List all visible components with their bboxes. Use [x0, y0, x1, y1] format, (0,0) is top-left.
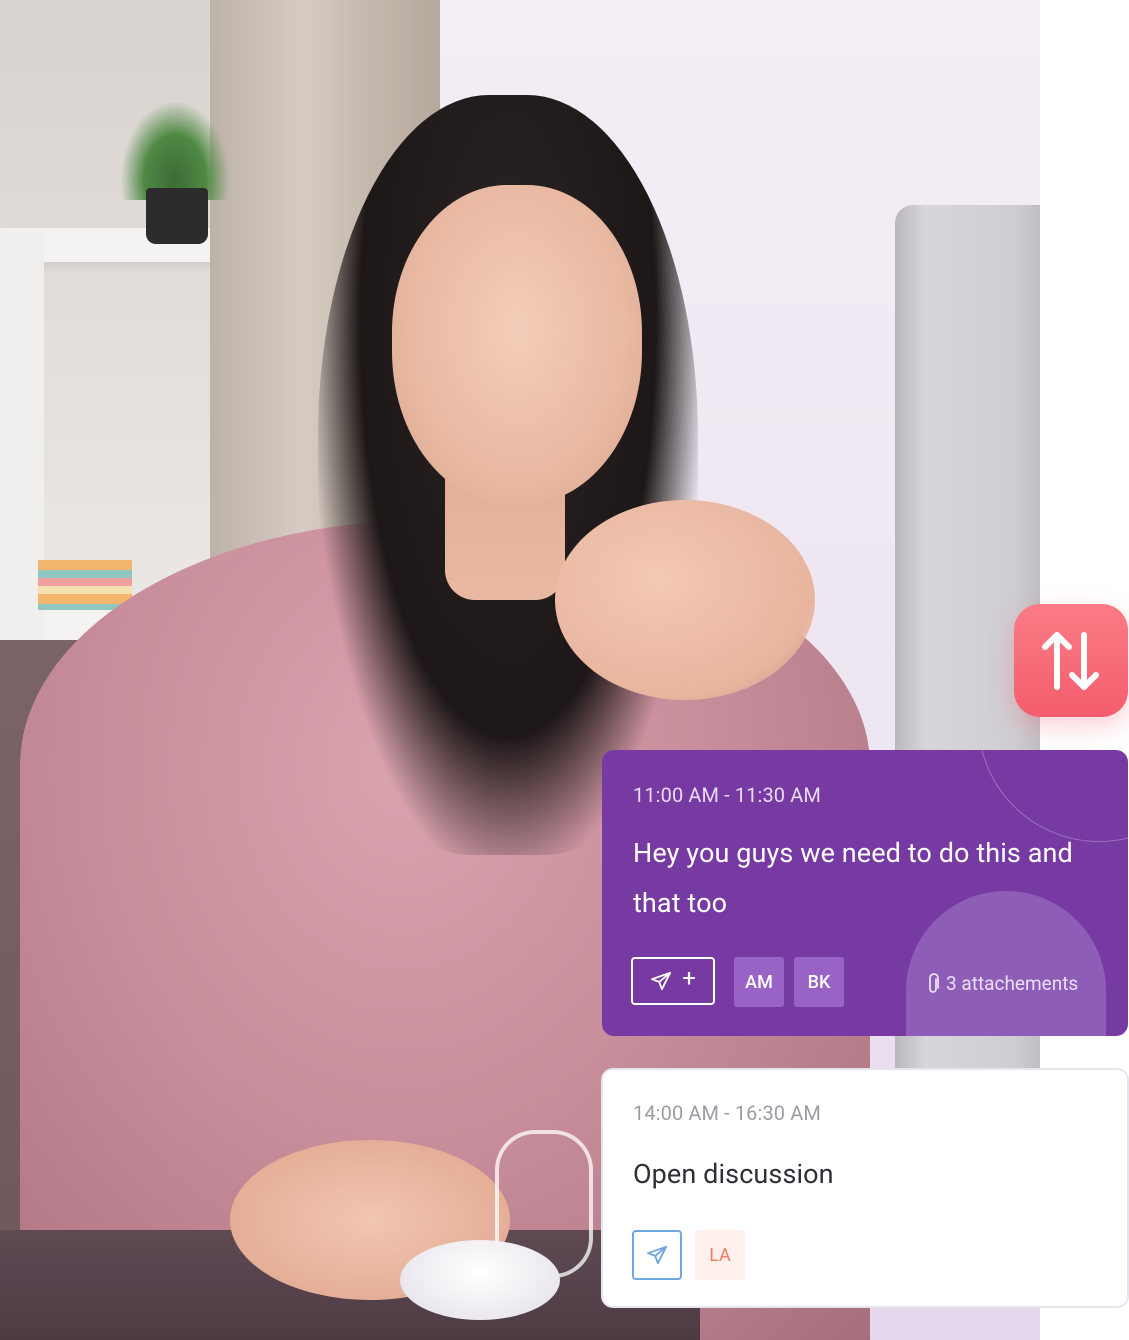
send-invite-button[interactable] — [632, 1230, 682, 1280]
add-label: + — [682, 964, 696, 992]
event-title: Hey you guys we need to do this and that… — [633, 837, 1073, 919]
paperclip-icon — [929, 972, 939, 993]
event-time: 14:00 AM - 16:30 AM — [633, 1101, 821, 1125]
participant-avatar[interactable]: AM — [734, 957, 784, 1007]
paper-plane-icon — [651, 971, 672, 991]
event-card[interactable]: 14:00 AM - 16:30 AM Open discussion LA — [601, 1068, 1129, 1308]
attachments-link[interactable]: 3 attachements — [926, 972, 1078, 995]
send-invite-button[interactable]: + — [631, 957, 715, 1005]
paper-plane-icon — [647, 1245, 667, 1265]
sync-button[interactable] — [1014, 604, 1128, 717]
arrows-up-down-icon — [1042, 631, 1099, 690]
participant-avatar[interactable]: LA — [695, 1230, 745, 1280]
participant-avatar[interactable]: BK — [794, 957, 844, 1007]
event-time: 11:00 AM - 11:30 AM — [633, 783, 821, 807]
event-title: Open discussion — [633, 1158, 834, 1190]
event-card[interactable]: 11:00 AM - 11:30 AM Hey you guys we need… — [602, 750, 1128, 1036]
attachments-label: 3 attachements — [946, 972, 1079, 995]
